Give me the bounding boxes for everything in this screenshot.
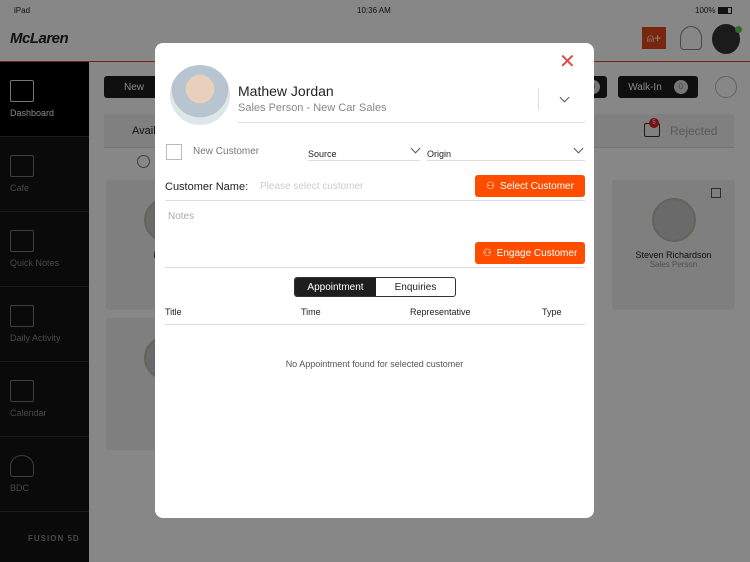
- chevron-down-icon[interactable]: [559, 92, 570, 103]
- user-icon: ⚇: [482, 247, 492, 259]
- chevron-down-icon: [573, 143, 584, 154]
- customer-name-label: Customer Name:: [165, 181, 249, 193]
- tab-appointment[interactable]: Appointment: [295, 278, 376, 296]
- column-representative: Representative: [410, 307, 471, 317]
- chevron-down-icon: [410, 143, 421, 154]
- divider: [165, 200, 585, 201]
- salesperson-name: Mathew Jordan: [238, 83, 334, 99]
- empty-message: No Appointment found for selected custom…: [285, 359, 464, 369]
- column-type: Type: [542, 307, 562, 317]
- divider: [165, 267, 585, 268]
- salesperson-role: Sales Person - New Car Sales: [238, 102, 387, 114]
- salesperson-avatar: [170, 65, 230, 125]
- notes-input[interactable]: Notes: [168, 211, 194, 222]
- segmented-control: Appointment Enquiries: [294, 277, 456, 297]
- user-icon: ⚇: [486, 180, 496, 192]
- new-customer-label: New Customer: [193, 146, 260, 157]
- divider: [165, 324, 585, 325]
- close-icon[interactable]: ✕: [559, 52, 576, 72]
- select-customer-button[interactable]: ⚇ Select Customer: [475, 175, 585, 197]
- customer-name-input[interactable]: Please select customer: [260, 181, 363, 192]
- origin-select[interactable]: Origin: [427, 143, 585, 161]
- new-customer-checkbox[interactable]: [166, 144, 182, 160]
- source-select[interactable]: Source: [308, 143, 421, 161]
- divider: [238, 122, 585, 123]
- column-time: Time: [301, 307, 321, 317]
- tab-enquiries[interactable]: Enquiries: [376, 278, 455, 296]
- divider: [538, 88, 539, 110]
- engage-customer-button[interactable]: ⚇ Engage Customer: [475, 242, 585, 264]
- column-title: Title: [165, 307, 182, 317]
- engage-modal: ✕ Mathew Jordan Sales Person - New Car S…: [155, 43, 594, 518]
